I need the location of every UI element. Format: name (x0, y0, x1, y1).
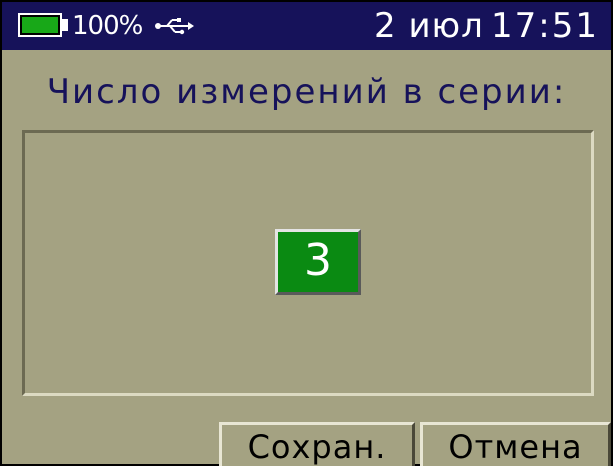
device-screen: 100% 2 июл 17:51 Число измерений в серии… (0, 0, 613, 466)
battery-level-fill (22, 17, 58, 33)
date-display: 2 июл (374, 6, 484, 46)
status-bar: 100% 2 июл 17:51 (2, 2, 611, 50)
measurement-count-value[interactable]: 3 (275, 229, 361, 295)
battery-tip (62, 19, 68, 31)
save-button[interactable]: Сохран. (219, 422, 415, 466)
time-display: 17:51 (491, 6, 599, 46)
cancel-button[interactable]: Отмена (420, 422, 611, 466)
battery-percent: 100% (72, 11, 143, 41)
battery-icon (18, 13, 62, 37)
page-title: Число измерений в серии: (46, 72, 567, 112)
usb-icon (155, 18, 194, 35)
value-panel: 3 (22, 130, 594, 396)
